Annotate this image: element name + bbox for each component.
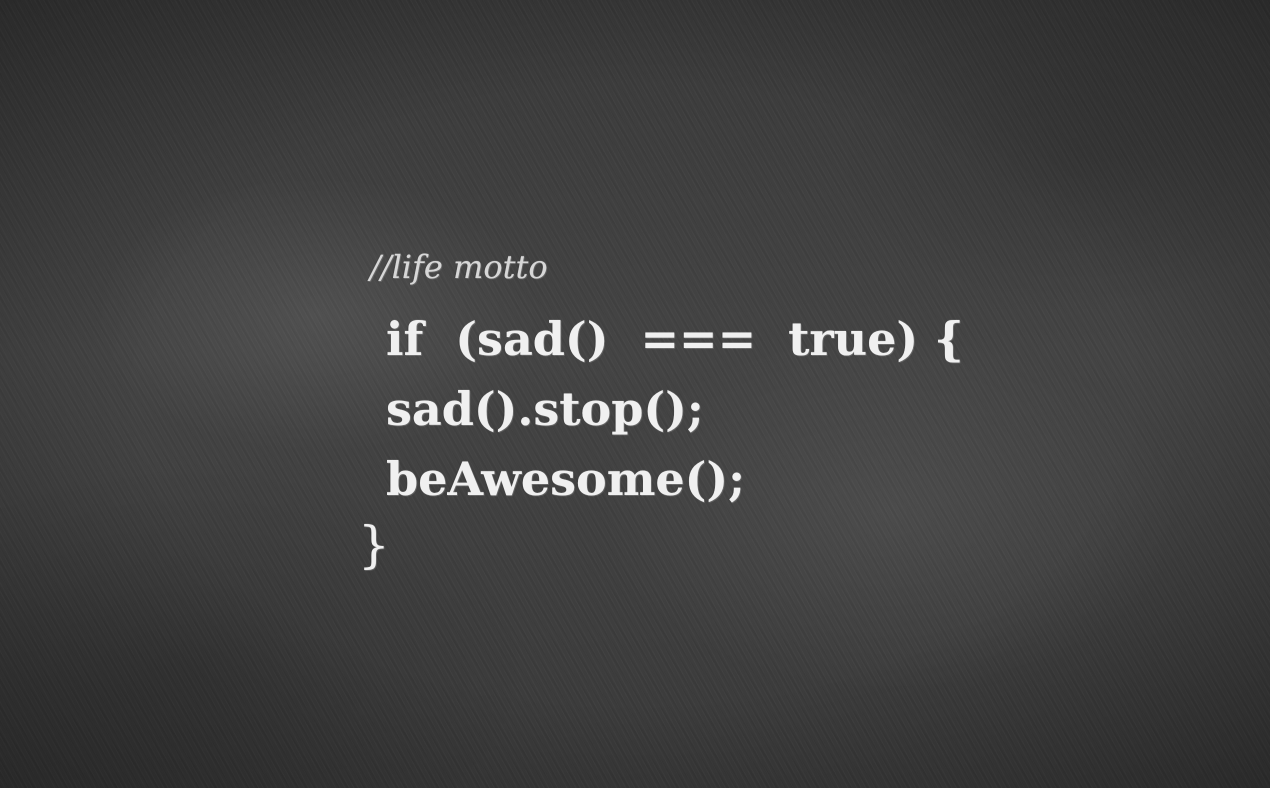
code-line-if: if (sad() === true) {: [386, 312, 964, 366]
code-line-closing-brace: }: [358, 516, 390, 574]
code-comment: //life motto: [370, 248, 548, 286]
code-line-sad-stop: sad().stop();: [386, 382, 704, 436]
code-line-be-awesome: beAwesome();: [386, 452, 746, 506]
